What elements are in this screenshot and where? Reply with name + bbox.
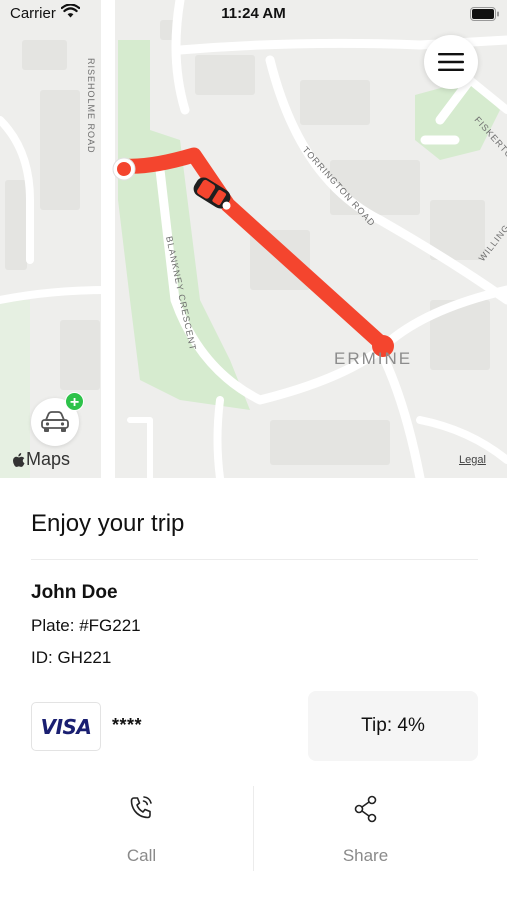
phone-call-icon (130, 796, 152, 819)
plate-number: Plate: #FG221 (31, 616, 141, 635)
share-icon (354, 795, 376, 823)
divider (31, 559, 478, 560)
tip-button[interactable]: Tip: 4% (308, 691, 478, 761)
apple-logo-icon (13, 452, 25, 467)
share-label: Share (342, 846, 389, 865)
maps-attribution: Maps (13, 449, 70, 470)
visa-logo: VISA (40, 714, 92, 739)
map-view[interactable]: RISEHOLME ROAD TORRINGTON ROAD BLANKNEY … (0, 0, 507, 478)
trip-title: Enjoy your trip (31, 510, 185, 537)
driver-name: John Doe (31, 582, 118, 603)
card-number-mask: **** (112, 715, 143, 735)
plus-icon[interactable]: + (65, 392, 84, 411)
call-button[interactable]: Call (15, 786, 268, 871)
car-icon (41, 411, 69, 432)
trip-panel: Enjoy your trip John Doe Plate: #FG221 I… (0, 478, 507, 900)
legal-link[interactable]: Legal (459, 454, 486, 466)
status-time: 11:24 AM (221, 5, 286, 22)
maps-brand-text: Maps (26, 449, 71, 469)
battery-icon (470, 7, 499, 21)
hamburger-menu-icon (438, 53, 464, 71)
share-button[interactable]: Share (239, 786, 492, 871)
driver-id: ID: GH221 (31, 648, 112, 667)
status-bar: Carrier 11:24 AM (0, 0, 507, 28)
tip-label: Tip: 4% (361, 715, 425, 736)
call-label: Call (126, 846, 157, 865)
action-bar: Call Share (0, 786, 507, 871)
payment-card[interactable]: VISA (31, 702, 101, 751)
area-label-ermine: ERMINE (334, 349, 412, 368)
menu-button[interactable] (424, 35, 478, 89)
street-label-riseholme: RISEHOLME ROAD (86, 58, 96, 154)
